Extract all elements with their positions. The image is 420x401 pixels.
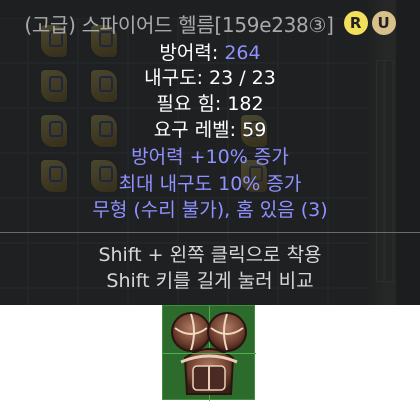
tooltip-title-row: (고급) 스파이어드 헬름[159e238③] R U xyxy=(0,6,420,40)
required-level-stat: 요구 레벨: 59 xyxy=(153,119,267,141)
magic-prop-durability: 최대 내구도 10% 증가 xyxy=(118,173,302,195)
required-strength-stat: 필요 힘: 182 xyxy=(156,93,264,115)
rarity-badge-icon: R xyxy=(343,11,368,35)
defense-value: 264 xyxy=(224,42,261,64)
item-slot[interactable] xyxy=(162,305,256,401)
item-name: (고급) 스파이어드 헬름[159e238③] xyxy=(24,12,334,37)
spired-helm-icon xyxy=(171,312,247,395)
defense-label: 방어력: xyxy=(159,42,225,64)
defense-stat: 방어력: 264 xyxy=(0,41,420,65)
unique-badge-icon: U xyxy=(371,11,396,35)
magic-prop-ethereal-sockets: 무형 (수리 불가), 홈 있음 (3) xyxy=(92,199,328,221)
magic-prop-defense: 방어력 +10% 증가 xyxy=(131,146,289,168)
durability-stat: 내구도: 23 / 23 xyxy=(144,67,276,89)
item-tooltip: (고급) 스파이어드 헬름[159e238③] R U 방어력: 264 내구도… xyxy=(0,0,420,305)
hint-compare: Shift 키를 길게 눌러 비교 xyxy=(106,270,314,292)
hint-equip: Shift + 왼쪽 클릭으로 착용 xyxy=(98,244,322,266)
tooltip-divider xyxy=(0,232,420,233)
